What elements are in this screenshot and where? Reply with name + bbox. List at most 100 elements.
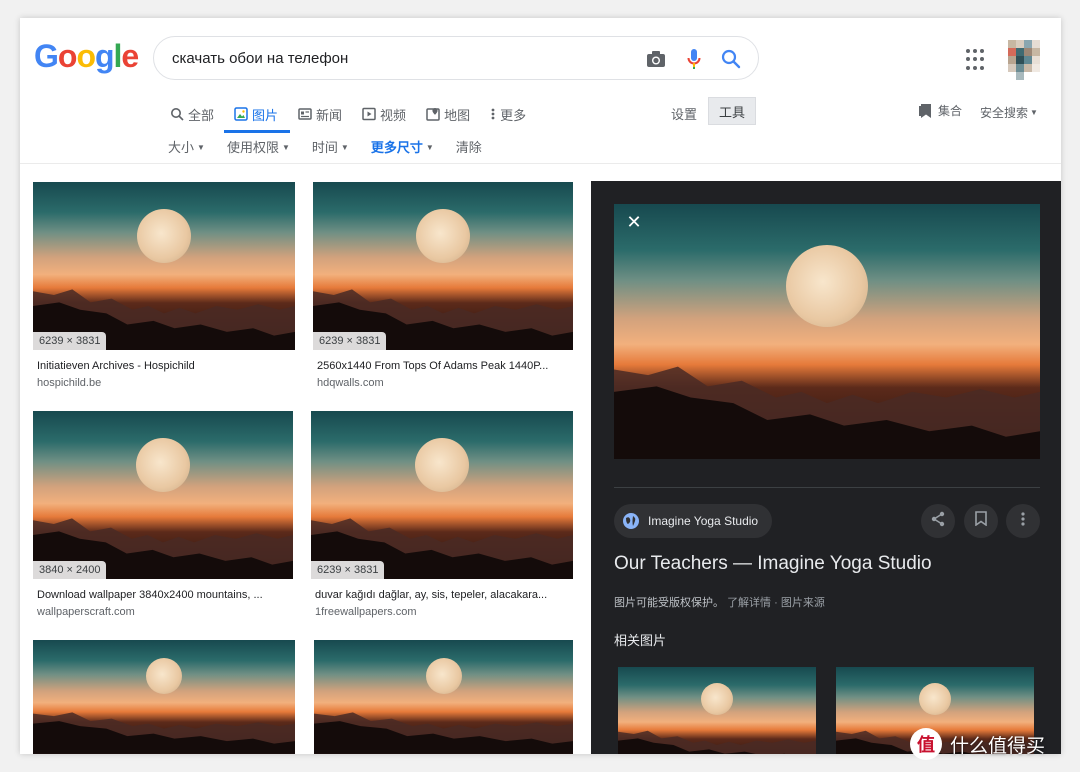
search-input[interactable] [172,47,632,69]
result-title[interactable]: Initiatieven Archives - Hospichild [37,360,293,372]
logo-letter: o [57,38,78,74]
moon-shape [426,658,462,694]
result-image[interactable]: 6239 × 3831 [313,182,573,350]
filter-usage-rights-label: 使用权限 [226,140,279,155]
related-image[interactable] [618,667,816,754]
result-title[interactable]: 2560x1440 From Tops Of Adams Peak 1440P.… [317,360,571,372]
result-image[interactable] [33,640,295,754]
caret-down-icon: ▼ [281,143,290,152]
panel-title[interactable]: Our Teachers — Imagine Yoga Studio [614,553,932,575]
filter-bar: 大小 ▼ 使用权限 ▼ 时间 ▼ 更多尺寸 ▼ 清除 [168,137,504,156]
image-size-badge: 6239 × 3831 [33,332,107,350]
map-icon [426,107,440,121]
filter-usage-rights[interactable]: 使用权限 ▼ [227,137,290,156]
tab-images-label: 图片 [252,107,279,123]
globe-icon [622,512,640,530]
source-name: Imagine Yoga Studio [648,514,759,528]
copyright-notice: 图片可能受版权保护。 了解详情 · 图片来源 [614,594,825,610]
avatar[interactable] [1008,40,1042,80]
caret-down-icon: ▼ [340,143,349,152]
more-options-button[interactable] [1006,504,1040,538]
collections-label: 集合 [938,104,963,118]
collections-link[interactable]: 集合 [919,102,962,119]
tab-maps[interactable]: 地图 [426,100,470,128]
moon-shape [919,683,951,715]
filter-time[interactable]: 时间 ▼ [312,137,349,156]
apps-grid-icon[interactable] [966,49,988,71]
tab-videos[interactable]: 视频 [362,100,406,128]
related-images-heading: 相关图片 [614,633,667,648]
search-icon [170,107,184,121]
mountain-silhouette [618,730,816,754]
moon-shape [701,683,733,715]
filter-more-sizes[interactable]: 更多尺寸 ▼ [371,137,434,156]
mountain-silhouette [33,712,295,754]
moon-landscape-image [313,182,573,350]
tab-images[interactable]: 图片 [224,100,291,133]
image-preview-panel: ✕ Imagine Yoga Studio Our Teachers — Ima… [591,181,1061,754]
more-vertical-icon [1020,511,1026,532]
separator: · [774,597,778,609]
moon-shape [146,658,182,694]
tab-all-label: 全部 [188,107,215,123]
result-domain: hdqwalls.com [317,377,384,389]
result-title[interactable]: Download wallpaper 3840x2400 mountains, … [37,589,291,601]
tab-more[interactable]: 更多 [490,100,526,128]
result-card[interactable] [314,640,573,754]
result-card[interactable]: 6239 × 3831 2560x1440 From Tops Of Adams… [313,182,573,392]
result-image[interactable]: 6239 × 3831 [33,182,295,350]
learn-more-link[interactable]: 了解详情 [727,597,771,609]
source-chip[interactable]: Imagine Yoga Studio [614,504,773,538]
result-image[interactable]: 6239 × 3831 [311,411,573,579]
safe-search-dropdown[interactable]: 安全搜索 ▼ [980,104,1038,121]
image-size-badge: 3840 × 2400 [33,561,107,579]
moon-landscape-image [314,640,573,754]
result-image[interactable] [314,640,573,754]
filter-size-label: 大小 [168,140,195,155]
camera-icon[interactable] [644,47,668,71]
result-image[interactable]: 3840 × 2400 [33,411,293,579]
more-vertical-icon [490,107,496,121]
filter-more-sizes-label: 更多尺寸 [370,140,423,155]
image-size-badge: 6239 × 3831 [311,561,385,579]
tab-all[interactable]: 全部 [170,100,214,128]
watermark: 值 什么值得买 [910,728,1045,760]
search-box [153,36,759,80]
tools-button[interactable]: 工具 [708,97,756,125]
filter-size[interactable]: 大小 ▼ [168,137,205,156]
video-icon [362,107,376,121]
news-icon [298,107,312,121]
result-card[interactable]: 6239 × 3831 duvar kağıdı dağlar, ay, sis… [311,411,573,621]
share-icon [930,511,946,532]
tab-news[interactable]: 新闻 [298,100,342,128]
image-icon [234,107,248,121]
result-domain: 1freewallpapers.com [315,606,417,618]
bookmark-icon [919,103,933,119]
moon-shape [416,209,470,263]
google-logo[interactable]: Google [34,38,139,75]
moon-landscape-image [33,182,295,350]
result-title[interactable]: duvar kağıdı dağlar, ay, sis, tepeler, a… [315,589,571,601]
result-domain: wallpaperscraft.com [37,606,135,618]
result-card[interactable]: 3840 × 2400 Download wallpaper 3840x2400… [33,411,293,621]
watermark-logo-icon: 值 [910,728,942,760]
microphone-icon[interactable] [682,47,706,71]
save-button[interactable] [964,504,998,538]
filter-clear[interactable]: 清除 [456,137,482,156]
caret-down-icon: ▼ [197,143,205,152]
preview-image[interactable] [614,204,1040,459]
caret-down-icon: ▼ [425,143,434,152]
logo-letter: g [94,38,115,74]
search-icon[interactable] [719,47,743,71]
close-icon[interactable]: ✕ [623,211,645,233]
result-card[interactable] [33,640,295,754]
image-source-link[interactable]: 图片来源 [781,597,825,609]
moon-shape [137,209,191,263]
settings-link[interactable]: 设置 [671,104,697,123]
result-card[interactable]: 6239 × 3831 Initiatieven Archives - Hosp… [33,182,295,392]
logo-letter: o [76,38,96,74]
tab-more-label: 更多 [500,107,527,123]
share-button[interactable] [921,504,955,538]
logo-letter: G [34,38,59,74]
moon-landscape-image [33,411,293,579]
